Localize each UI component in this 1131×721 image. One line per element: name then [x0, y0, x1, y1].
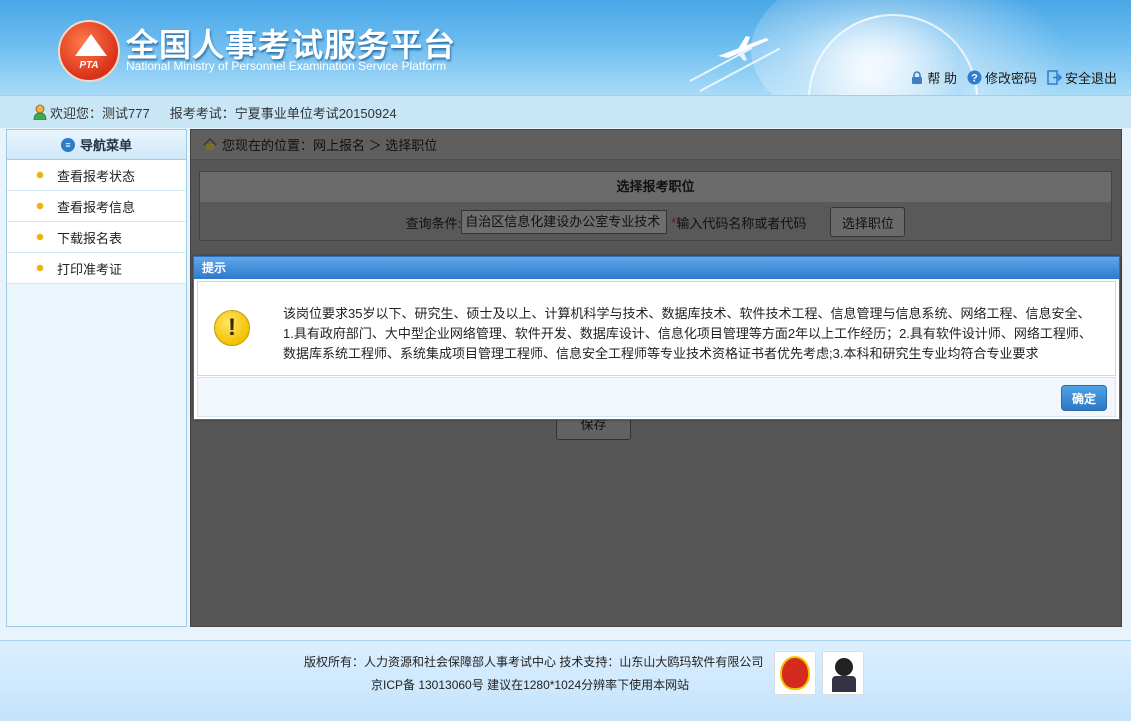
sidebar-item-label: 下载报名表 [57, 230, 123, 246]
sidebar-item-view-info[interactable]: 查看报考信息 [7, 191, 186, 222]
breadcrumb-text: 您现在的位置：网上报名 ＞ 选择职位 [222, 138, 438, 153]
copyright-text: 版权所有：人力资源和社会保障部人事考试中心 技术支持：山东山大鸥玛软件有限公司 [304, 655, 764, 669]
site-subtitle: National Ministry of Personnel Examinati… [126, 59, 447, 73]
help-link[interactable]: 帮 助 [910, 68, 957, 87]
user-icon [33, 104, 47, 120]
police-head-icon [835, 658, 853, 676]
sidebar-item-download-form[interactable]: 下载报名表 [7, 222, 186, 253]
dialog-footer: 确定 [197, 377, 1116, 417]
logout-label: 安全退出 [1064, 71, 1117, 86]
logo-triangle [75, 34, 107, 56]
alert-dialog: 提示 ! 该岗位要求35岁以下、研究生、硕士及以上、计算机科学与技术、数据库技术… [193, 256, 1120, 420]
sidebar-item-label: 查看报考状态 [57, 168, 136, 184]
header-actions: 帮 助 ? 修改密码 安全退出 [910, 68, 1117, 87]
police-body-icon [832, 676, 856, 692]
sidebar-item-label: 查看报考信息 [57, 199, 136, 215]
nav-sidebar: ≡ 导航菜单 查看报考状态 查看报考信息 下载报名表 打印准考证 [6, 129, 187, 627]
warning-icon: ! [214, 310, 250, 346]
logout-link[interactable]: 安全退出 [1047, 68, 1117, 87]
ok-button[interactable]: 确定 [1061, 385, 1107, 411]
sidebar-item-label: 打印准考证 [57, 261, 123, 277]
nav-menu-title: 导航菜单 [79, 138, 132, 153]
police-badge[interactable] [822, 651, 864, 695]
query-label: 查询条件: [405, 215, 462, 231]
form-title: 选择报考职位 [200, 172, 1111, 202]
help-label: 帮 助 [927, 71, 957, 86]
trust-badge[interactable] [774, 651, 816, 695]
icp-text: 京ICP备 13013060号 建议在1280*1024分辨率下使用本网站 [371, 678, 690, 692]
lock-user-icon [912, 70, 923, 84]
logout-icon [1047, 70, 1062, 85]
change-password-label: 修改密码 [984, 71, 1037, 86]
sidebar-item-view-status[interactable]: 查看报考状态 [7, 160, 186, 191]
save-button[interactable]: 保存 [556, 418, 631, 440]
bullet-icon [37, 234, 43, 240]
bullet-icon [37, 203, 43, 209]
change-password-link[interactable]: ? 修改密码 [967, 68, 1037, 87]
svg-text:?: ? [971, 73, 978, 85]
select-position-button[interactable]: 选择职位 [830, 207, 906, 237]
bullet-icon [37, 265, 43, 271]
welcome-text: 欢迎您：测试777 [50, 105, 150, 121]
select-position-form: 选择报考职位 查询条件: 自治区信息化建设办公室专业技术 * 输入代码名称或者代… [199, 171, 1112, 241]
shield-icon [780, 656, 810, 690]
airplane-icon [718, 36, 769, 61]
menu-list-icon: ≡ [60, 137, 75, 152]
user-info-bar: 欢迎您：测试777 报考考试：宁夏事业单位考试20150924 [0, 95, 1131, 128]
breadcrumb: 您现在的位置：网上报名 ＞ 选择职位 [191, 130, 1121, 160]
question-icon: ? [967, 70, 982, 85]
nav-menu-header: ≡ 导航菜单 [7, 130, 186, 160]
dialog-title: 提示 [194, 257, 1119, 279]
dialog-body: ! 该岗位要求35岁以下、研究生、硕士及以上、计算机科学与技术、数据库技术、软件… [197, 281, 1116, 376]
sidebar-item-print-admission[interactable]: 打印准考证 [7, 253, 186, 284]
site-footer: 版权所有：人力资源和社会保障部人事考试中心 技术支持：山东山大鸥玛软件有限公司 … [0, 640, 1131, 721]
exam-text: 报考考试：宁夏事业单位考试20150924 [169, 105, 397, 121]
query-input[interactable]: 自治区信息化建设办公室专业技术 [461, 210, 668, 234]
site-header: PTA 全国人事考试服务平台 National Ministry of Pers… [0, 0, 1131, 95]
logo-text: PTA [79, 60, 99, 71]
bullet-icon [37, 172, 43, 178]
home-icon [203, 138, 217, 150]
query-row: 查询条件: 自治区信息化建设办公室专业技术 * 输入代码名称或者代码 选择职位 [200, 202, 1111, 242]
query-hint: 输入代码名称或者代码 [676, 215, 807, 231]
dialog-message: 该岗位要求35岁以下、研究生、硕士及以上、计算机科学与技术、数据库技术、软件技术… [283, 306, 1092, 361]
pta-logo: PTA [58, 20, 120, 82]
